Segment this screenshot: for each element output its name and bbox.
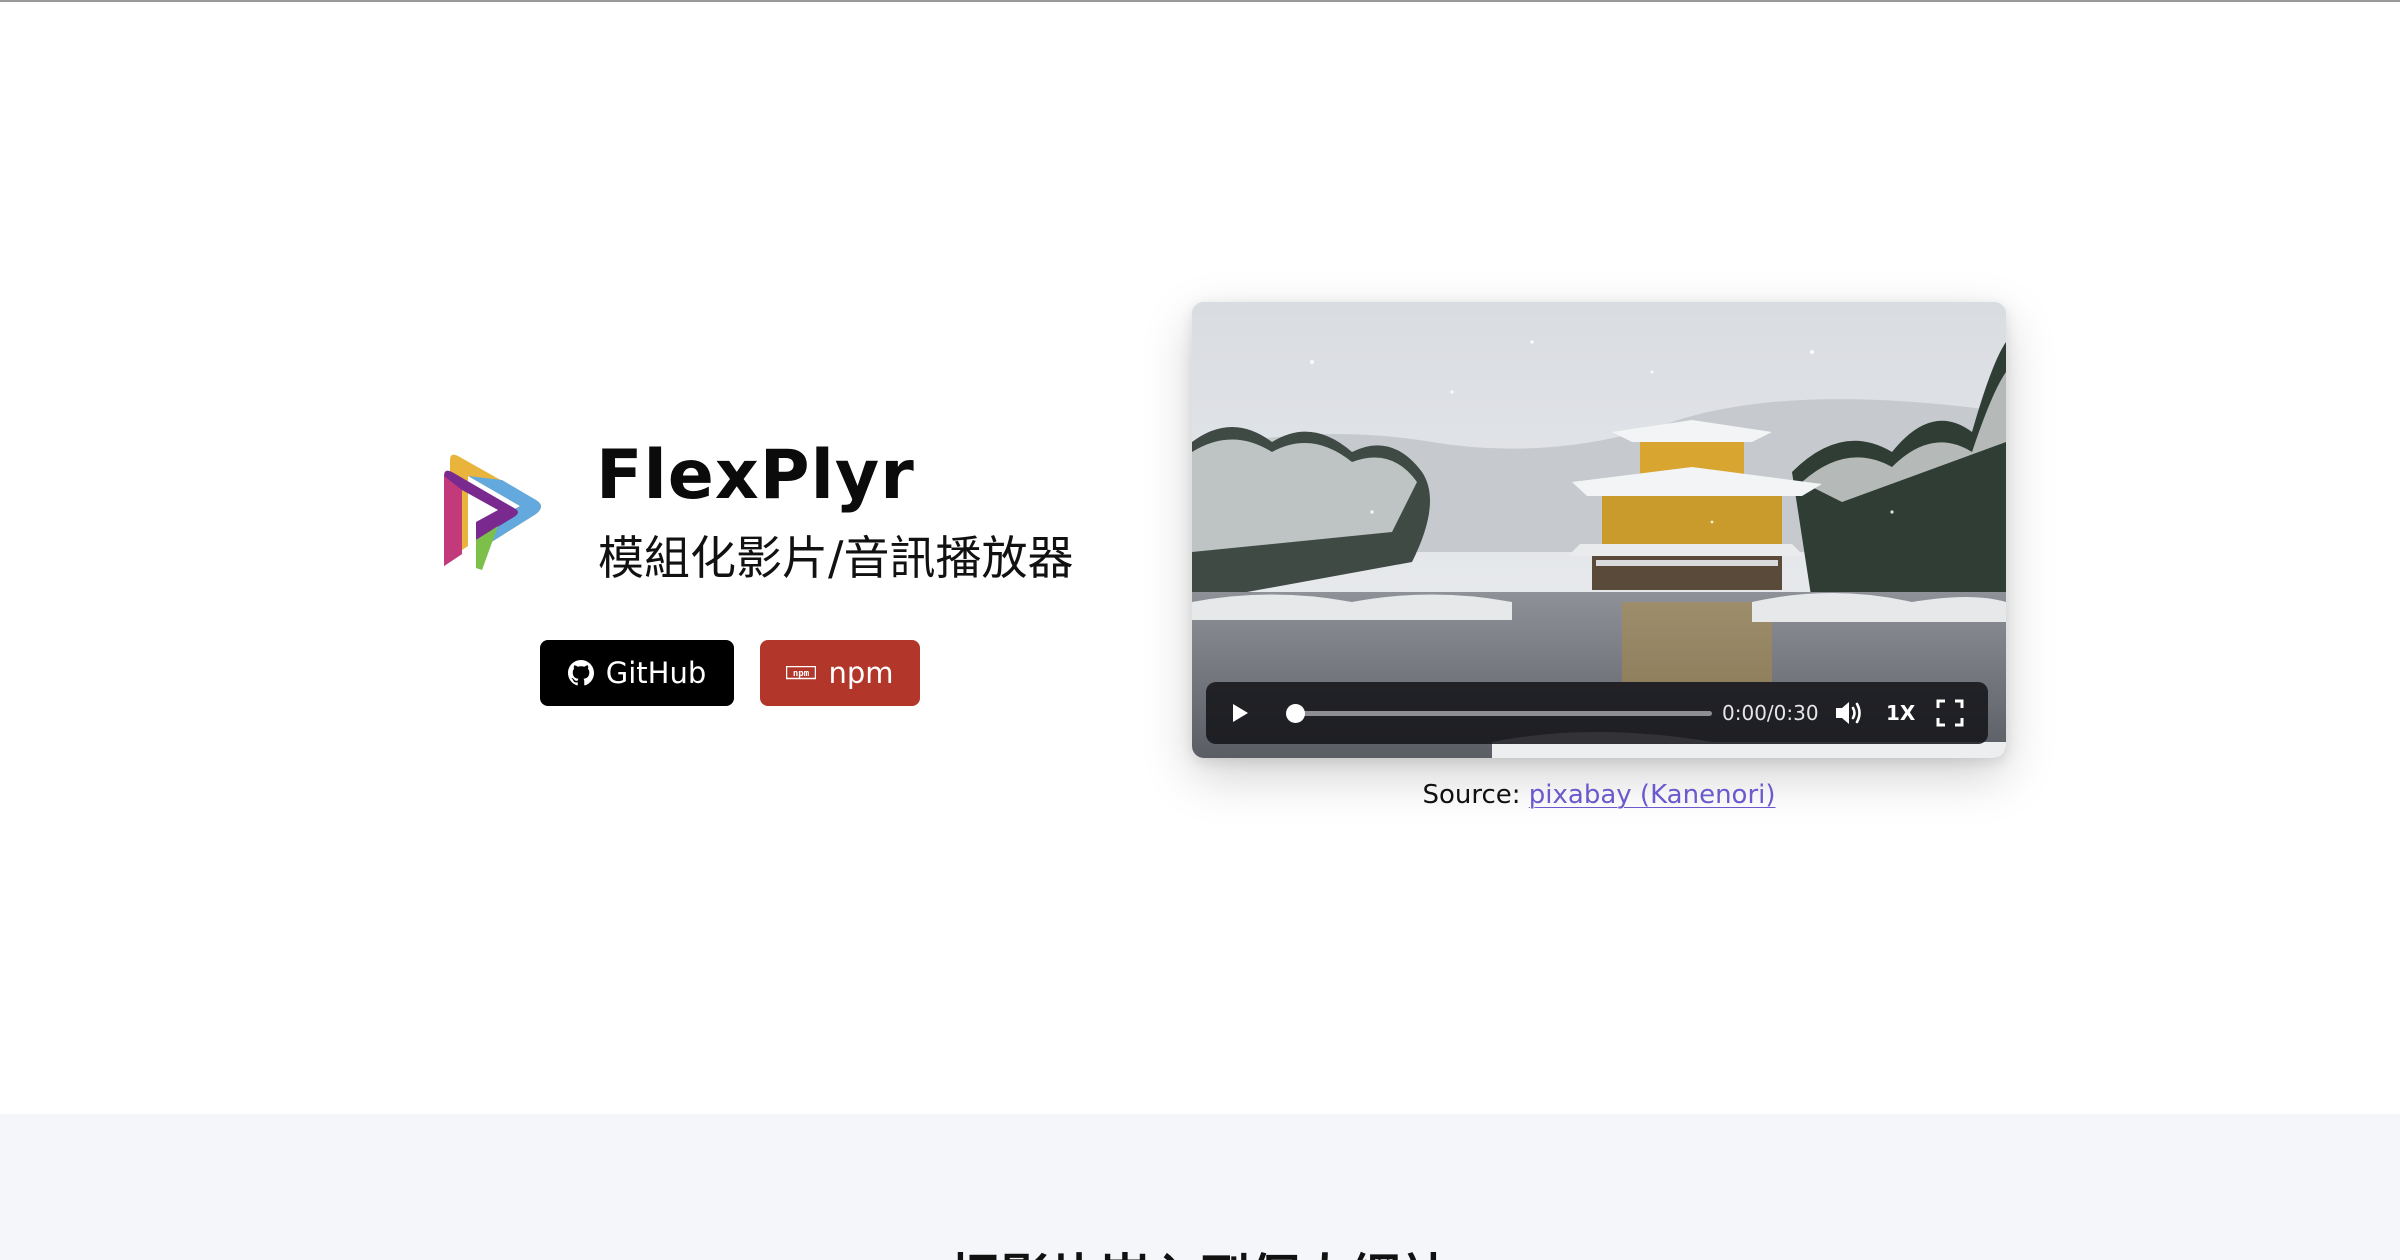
volume-icon (1836, 702, 1861, 724)
brand-name: FlexPlyr (596, 436, 915, 515)
volume-button[interactable] (1832, 696, 1866, 730)
player-controls: 0:00/0:30 1X (1206, 682, 1988, 744)
time-display: 0:00/0:30 (1722, 701, 1819, 725)
github-label: GitHub (605, 656, 707, 690)
progress-track[interactable] (1294, 711, 1712, 716)
npm-button[interactable]: npm npm (760, 640, 920, 706)
github-icon (567, 660, 594, 686)
embed-section: 把影片嵌入到個人網站 (0, 1114, 2400, 1260)
fullscreen-icon (1936, 699, 1964, 727)
npm-icon-text: npm (793, 669, 810, 679)
brand-subtitle: 模組化影片/音訊播放器 (598, 531, 1074, 585)
embed-section-heading: 把影片嵌入到個人網站 (0, 1238, 2400, 1260)
flexplyr-logo (444, 454, 541, 570)
speed-button[interactable]: 1X (1886, 682, 1915, 744)
fullscreen-button[interactable] (1934, 697, 1966, 729)
npm-label: npm (828, 656, 894, 690)
progress-thumb[interactable] (1286, 704, 1305, 723)
video-player[interactable]: 0:00/0:30 1X (1192, 302, 2006, 758)
video-source-credit: Source: pixabay (Kanenori) (1192, 780, 2006, 810)
play-button[interactable] (1220, 693, 1260, 733)
play-icon (1233, 704, 1248, 722)
npm-icon: npm (786, 666, 817, 680)
source-link[interactable]: pixabay (Kanenori) (1529, 780, 1776, 810)
github-button[interactable]: GitHub (540, 640, 734, 706)
source-prefix: Source: (1422, 780, 1529, 810)
hero-section: FlexPlyr 模組化影片/音訊播放器 GitHub npm npm 0:00… (0, 2, 2400, 1114)
